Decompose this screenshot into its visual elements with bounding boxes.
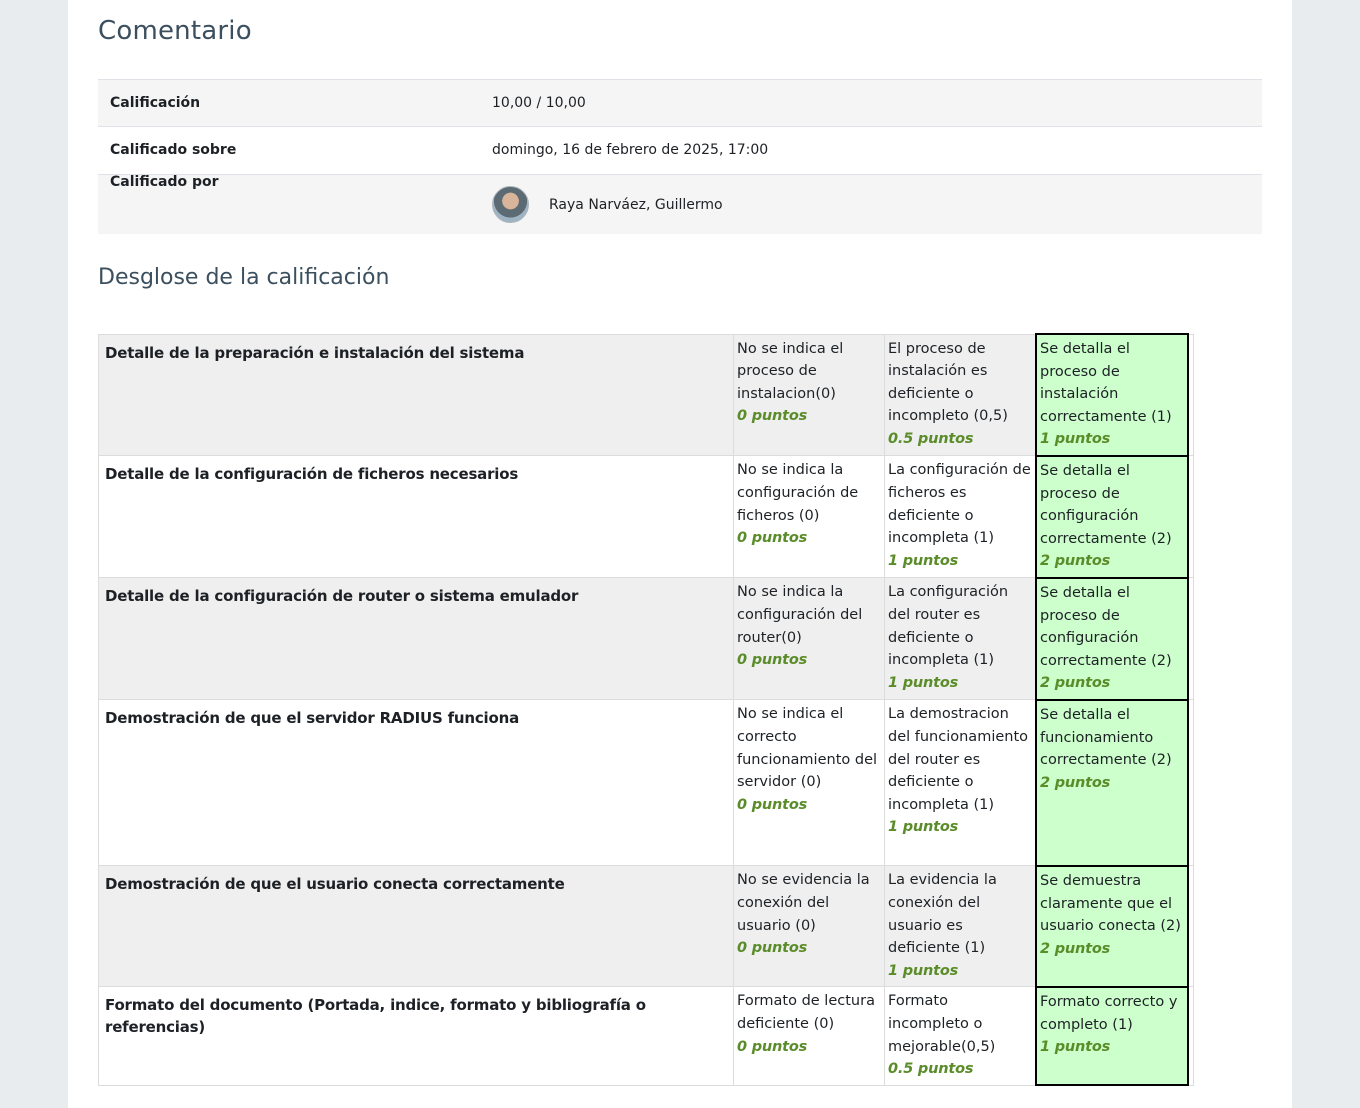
level-definition: Formato correcto y completo (1) bbox=[1040, 993, 1178, 1033]
graded-on-value: domingo, 16 de febrero de 2025, 17:00 bbox=[480, 126, 1262, 175]
graded-on-label: Calificado sobre bbox=[98, 126, 480, 175]
selected-level: Se detalla el funcionamiento correctamen… bbox=[1035, 698, 1189, 867]
level-definition: Se demuestra claramente que el usuario c… bbox=[1040, 872, 1181, 935]
table-row: Calificación 10,00 / 10,00 bbox=[98, 79, 1262, 127]
level-definition: Se detalla el proceso de instalación cor… bbox=[1040, 341, 1172, 425]
criterion-description: Detalle de la configuración de ficheros … bbox=[98, 455, 734, 579]
rubric-level: No se indica el correcto funcionamiento … bbox=[733, 699, 885, 867]
level-definition: No se indica el correcto funcionamiento … bbox=[737, 706, 878, 791]
level-definition: Se detalla el proceso de configuración c… bbox=[1040, 462, 1172, 547]
rubric-level: No se indica la configuración del router… bbox=[733, 577, 885, 701]
rubric-spacer bbox=[1187, 986, 1194, 1086]
selected-level: Se detalla el proceso de configuración c… bbox=[1035, 454, 1189, 579]
grader: Raya Narváez, Guillermo bbox=[492, 175, 1250, 234]
level-definition: No se indica la configuración de fichero… bbox=[737, 462, 859, 524]
rubric-level: No se evidencia la conexión del usuario … bbox=[733, 865, 885, 988]
rubric-heading: Desglose de la calificación bbox=[98, 265, 390, 290]
selected-level: Se detalla el proceso de instalación cor… bbox=[1035, 333, 1189, 457]
selected-level: Formato correcto y completo (1) 1 puntos bbox=[1035, 985, 1189, 1087]
level-score: 0.5 puntos bbox=[888, 430, 974, 447]
level-definition: Se detalla el proceso de configuración c… bbox=[1040, 584, 1172, 669]
level-score: 1 puntos bbox=[888, 674, 959, 691]
feedback-heading: Comentario bbox=[98, 16, 252, 46]
level-score: 2 puntos bbox=[1040, 675, 1111, 692]
rubric-level: La demostracion del funcionamiento del r… bbox=[884, 699, 1037, 867]
criterion-description: Demostración de que el servidor RADIUS f… bbox=[98, 699, 734, 867]
grade-label: Calificación bbox=[98, 79, 480, 127]
level-score: 1 puntos bbox=[888, 552, 959, 569]
rubric-level: No se indica el proceso de instalacion(0… bbox=[733, 333, 885, 457]
level-definition: No se evidencia la conexión del usuario … bbox=[737, 872, 870, 934]
level-score: 0 puntos bbox=[737, 796, 808, 813]
selected-level: Se detalla el proceso de configuración c… bbox=[1035, 576, 1189, 701]
rubric-criterion-row: Demostración de que el usuario conecta c… bbox=[98, 864, 1194, 988]
graded-by-label: Calificado por bbox=[98, 174, 480, 234]
level-score: 1 puntos bbox=[1040, 431, 1111, 448]
level-definition: No se indica la configuración del router… bbox=[737, 584, 863, 646]
rubric-criterion-row: Detalle de la configuración de router o … bbox=[98, 576, 1194, 701]
rubric-level: El proceso de instalación es deficiente … bbox=[884, 333, 1037, 457]
grader-name[interactable]: Raya Narváez, Guillermo bbox=[549, 197, 723, 213]
level-score: 0 puntos bbox=[737, 652, 808, 669]
level-definition: La evidencia la conexión del usuario es … bbox=[888, 872, 997, 957]
rubric-spacer bbox=[1187, 455, 1194, 579]
feedback-table: Calificación 10,00 / 10,00 Calificado so… bbox=[98, 79, 1262, 234]
rubric-level: La configuración de ficheros es deficien… bbox=[884, 455, 1037, 579]
level-score: 0 puntos bbox=[737, 940, 808, 957]
level-score: 0.5 puntos bbox=[888, 1061, 974, 1078]
level-score: 1 puntos bbox=[888, 962, 959, 979]
table-row: Calificado sobre domingo, 16 de febrero … bbox=[98, 126, 1262, 175]
level-definition: Formato de lectura deficiente (0) bbox=[737, 993, 875, 1033]
criterion-description: Detalle de la preparación e instalación … bbox=[98, 333, 734, 457]
graded-by-cell: Raya Narváez, Guillermo bbox=[480, 174, 1262, 234]
rubric-spacer bbox=[1187, 699, 1194, 867]
level-definition: La configuración del router es deficient… bbox=[888, 584, 1009, 669]
level-score: 0 puntos bbox=[737, 408, 808, 425]
level-score: 2 puntos bbox=[1040, 553, 1111, 570]
level-definition: Se detalla el funcionamiento correctamen… bbox=[1040, 706, 1172, 769]
rubric-body: Detalle de la preparación e instalación … bbox=[98, 333, 1194, 1087]
rubric-level: La configuración del router es deficient… bbox=[884, 577, 1037, 701]
rubric-table: Detalle de la preparación e instalación … bbox=[98, 333, 1194, 1087]
level-definition: No se indica el proceso de instalacion(0… bbox=[737, 340, 844, 402]
criterion-description: Detalle de la configuración de router o … bbox=[98, 577, 734, 701]
rubric-level: Formato incompleto o mejorable(0,5) 0.5 p… bbox=[884, 986, 1037, 1086]
level-definition: El proceso de instalación es deficiente … bbox=[888, 340, 1008, 425]
rubric-criterion-row: Detalle de la configuración de ficheros … bbox=[98, 454, 1194, 579]
level-score: 0 puntos bbox=[737, 1038, 808, 1055]
rubric-criterion-row: Formato del documento (Portada, indice, … bbox=[98, 985, 1194, 1087]
criterion-description: Demostración de que el usuario conecta c… bbox=[98, 865, 734, 988]
level-definition: La demostracion del funcionamiento del r… bbox=[888, 706, 1029, 813]
table-row: Calificado por Raya Narváez, Guillermo bbox=[98, 174, 1262, 234]
criterion-description: Formato del documento (Portada, indice, … bbox=[98, 986, 734, 1086]
level-score: 1 puntos bbox=[888, 819, 959, 836]
level-score: 2 puntos bbox=[1040, 940, 1111, 957]
selected-level: Se demuestra claramente que el usuario c… bbox=[1035, 864, 1189, 988]
level-score: 0 puntos bbox=[737, 530, 808, 547]
level-score: 2 puntos bbox=[1040, 774, 1111, 791]
rubric-criterion-row: Demostración de que el servidor RADIUS f… bbox=[98, 698, 1194, 867]
level-definition: Formato incompleto o mejorable(0,5) bbox=[888, 993, 996, 1055]
rubric-level: Formato de lectura deficiente (0) 0 punto… bbox=[733, 986, 885, 1086]
rubric-spacer bbox=[1187, 865, 1194, 988]
grade-value: 10,00 / 10,00 bbox=[480, 79, 1262, 127]
rubric-level: La evidencia la conexión del usuario es … bbox=[884, 865, 1037, 988]
rubric-spacer bbox=[1187, 333, 1194, 457]
level-score: 1 puntos bbox=[1040, 1039, 1111, 1056]
rubric-criterion-row: Detalle de la preparación e instalación … bbox=[98, 333, 1194, 457]
avatar[interactable] bbox=[492, 186, 529, 223]
rubric-spacer bbox=[1187, 577, 1194, 701]
page: Comentario Calificación 10,00 / 10,00 Ca… bbox=[68, 0, 1292, 1108]
rubric-level: No se indica la configuración de fichero… bbox=[733, 455, 885, 579]
level-definition: La configuración de ficheros es deficien… bbox=[888, 462, 1031, 547]
